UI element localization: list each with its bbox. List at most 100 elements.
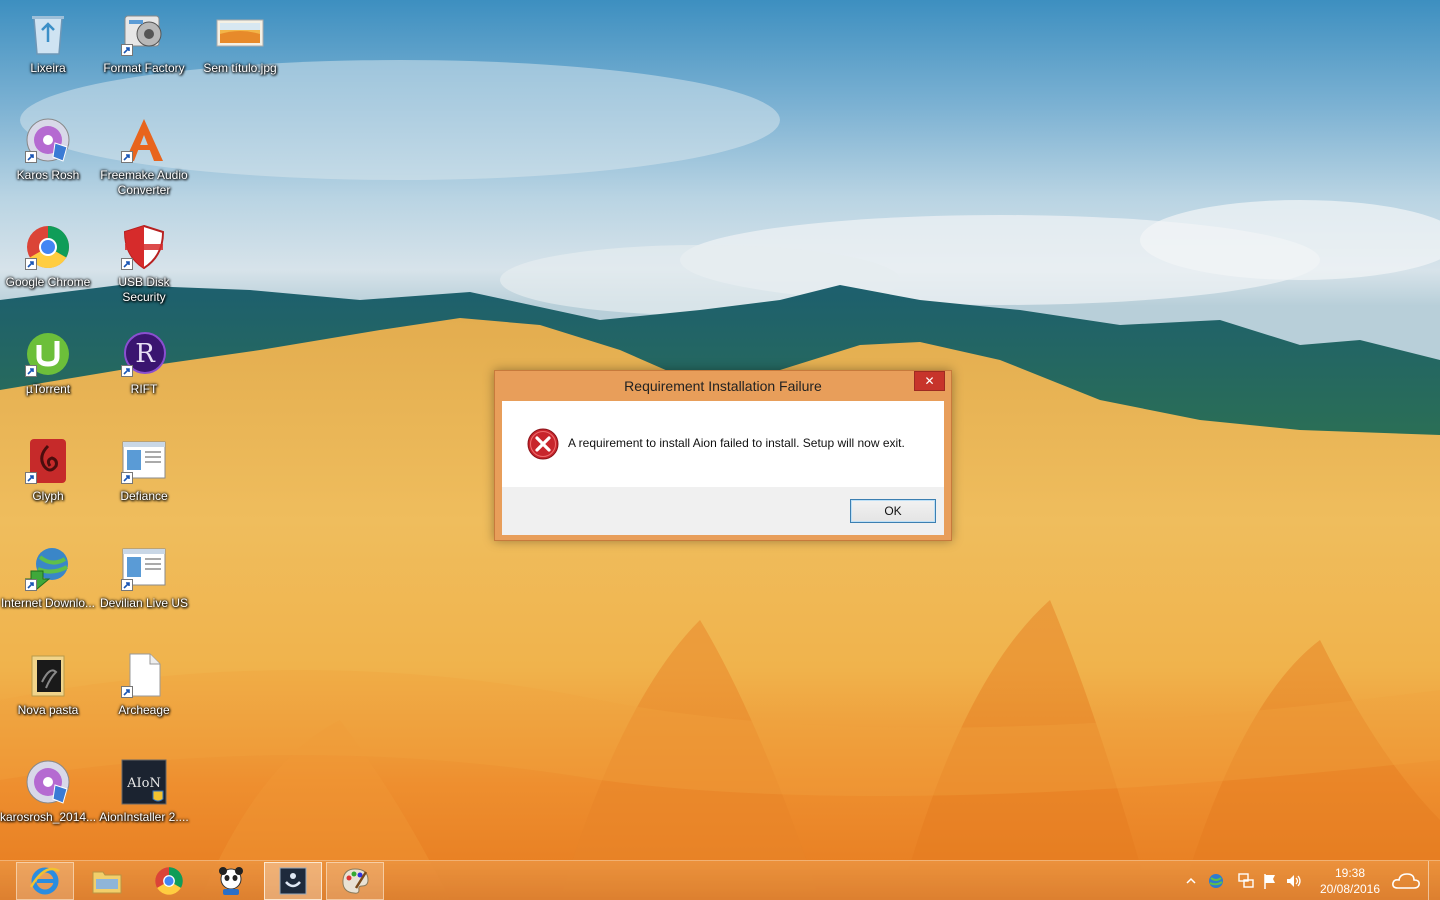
panda-icon	[219, 867, 243, 895]
desktop-icon-label: karosrosh_2014...	[0, 810, 97, 824]
desktop-icon-sem-titulo-jpg[interactable]: Sem título.jpg	[192, 8, 288, 76]
tray-overflow-chevron[interactable]	[1184, 861, 1198, 900]
desktop-icon-label: RIFT	[130, 382, 158, 396]
dialog-close-button[interactable]: ✕	[914, 371, 945, 391]
format-factory-icon	[119, 8, 169, 58]
clock-date: 20/08/2016	[1319, 882, 1381, 896]
desktop-icon-label: Format Factory	[103, 61, 185, 75]
dialog-message-area: A requirement to install Aion failed to …	[502, 401, 944, 487]
error-dialog: Requirement Installation Failure ✕ A req…	[494, 370, 952, 541]
taskbar-google-chrome[interactable]	[140, 862, 198, 900]
desktop-icon-label: Nova pasta	[17, 703, 79, 717]
shortcut-arrow-icon	[121, 365, 133, 377]
aion-icon: AIoN	[119, 757, 169, 807]
desktop-icon-label: Devilian Live US	[99, 596, 189, 610]
paint-palette-icon	[342, 868, 369, 894]
shortcut-arrow-icon	[121, 258, 133, 270]
flag-icon	[1264, 874, 1275, 889]
desktop-icon-label: Sem título.jpg	[203, 61, 277, 75]
taskbar-panda[interactable]	[202, 862, 260, 900]
error-icon	[527, 428, 559, 460]
desktop-icon-label: Archeage	[118, 703, 170, 717]
desktop-icon-label: AionInstaller 2....	[99, 810, 189, 824]
desktop-icon-devilian-live-us[interactable]: Devilian Live US	[96, 543, 192, 611]
desktop-icon-internet-download-manager[interactable]: Internet Downlo...	[0, 543, 96, 611]
folder-icon	[92, 871, 122, 894]
desktop-icon-karosrosh-installer[interactable]: karosrosh_2014...	[0, 757, 96, 825]
disc-icon	[23, 757, 73, 807]
dialog-body: A requirement to install Aion failed to …	[502, 401, 944, 535]
desktop-icon-label: USB Disk Security	[118, 275, 170, 304]
cloud-icon	[1392, 873, 1420, 889]
dialog-title: Requirement Installation Failure	[624, 378, 822, 394]
desktop-icon-rift[interactable]: R RIFT	[96, 329, 192, 397]
tray-onedrive[interactable]	[1388, 861, 1424, 900]
shortcut-arrow-icon	[25, 258, 37, 270]
shortcut-arrow-icon	[121, 686, 133, 698]
image-file-icon	[215, 8, 265, 58]
desktop-icon-karos-rosh[interactable]: Karos Rosh	[0, 115, 96, 183]
internet-explorer-icon	[29, 867, 60, 895]
taskbar-clock[interactable]: 19:38 20/08/2016	[1312, 865, 1388, 897]
dialog-footer: OK	[502, 487, 944, 535]
shortcut-arrow-icon	[25, 151, 37, 163]
desktop-icon-nova-pasta[interactable]: Nova pasta	[0, 650, 96, 718]
ok-button[interactable]: OK	[850, 499, 936, 523]
taskbar-file-explorer[interactable]	[78, 862, 136, 900]
tray-network-globe[interactable]	[1204, 861, 1228, 900]
glyph-icon	[23, 436, 73, 486]
application-window-icon	[119, 436, 169, 486]
network-icon	[1238, 873, 1254, 888]
desktop-icon-format-factory[interactable]: Format Factory	[96, 8, 192, 76]
taskbar: 19:38 20/08/2016	[0, 860, 1440, 900]
desktop-icon-freemake-audio-converter[interactable]: Freemake Audio Converter	[96, 115, 192, 198]
speaker-icon	[1287, 875, 1301, 887]
freemake-icon	[119, 115, 169, 165]
globe-icon	[1209, 874, 1223, 888]
shortcut-arrow-icon	[25, 579, 37, 591]
tray-volume[interactable]	[1282, 861, 1306, 900]
globe-download-icon	[23, 543, 73, 593]
shortcut-arrow-icon	[121, 472, 133, 484]
recycle-bin-icon	[23, 8, 73, 58]
application-window-icon	[119, 543, 169, 593]
desktop-icon-label: Google Chrome	[5, 275, 91, 289]
shortcut-arrow-icon	[25, 472, 37, 484]
desktop-icon-lixeira[interactable]: Lixeira	[0, 8, 96, 76]
desktop-icon-label: Freemake Audio Converter	[100, 168, 188, 197]
folder-icon	[23, 650, 73, 700]
chrome-icon	[23, 222, 73, 272]
taskbar-internet-explorer[interactable]	[16, 862, 74, 900]
disc-icon	[23, 115, 73, 165]
chevron-up-icon	[1186, 877, 1196, 884]
desktop-icon-archeage[interactable]: Archeage	[96, 650, 192, 718]
shortcut-arrow-icon	[25, 365, 37, 377]
taskbar-aion-installer[interactable]	[264, 862, 322, 900]
shield-icon	[119, 222, 169, 272]
show-desktop-button[interactable]	[1428, 861, 1440, 900]
desktop-icon-label: Internet Downlo...	[0, 596, 96, 610]
chrome-icon	[155, 867, 183, 895]
desktop-icon-label: Karos Rosh	[16, 168, 80, 182]
desktop-icon-usb-disk-security[interactable]: USB Disk Security	[96, 222, 192, 305]
dialog-message: A requirement to install Aion failed to …	[568, 436, 905, 450]
tray-action-center[interactable]	[1258, 861, 1282, 900]
desktop-icon-google-chrome[interactable]: Google Chrome	[0, 222, 96, 290]
desktop-icon-glyph[interactable]: Glyph	[0, 436, 96, 504]
tray-network[interactable]	[1234, 861, 1258, 900]
svg-text:AIoN: AIoN	[126, 776, 161, 791]
desktop-icon-label: Lixeira	[30, 61, 66, 75]
shortcut-arrow-icon	[121, 151, 133, 163]
rift-icon: R	[119, 329, 169, 379]
desktop-icon-defiance[interactable]: Defiance	[96, 436, 192, 504]
desktop-icon-utorrent[interactable]: µTorrent	[0, 329, 96, 397]
blank-file-icon	[119, 650, 169, 700]
taskbar-paint[interactable]	[326, 862, 384, 900]
clock-time: 19:38	[1334, 866, 1366, 880]
desktop-icon-label: µTorrent	[25, 382, 71, 396]
desktop-icon-aion-installer[interactable]: AIoN AionInstaller 2....	[96, 757, 192, 825]
utorrent-icon	[23, 329, 73, 379]
desktop-icon-label: Glyph	[32, 489, 64, 503]
installer-icon	[279, 867, 307, 895]
shortcut-arrow-icon	[121, 579, 133, 591]
